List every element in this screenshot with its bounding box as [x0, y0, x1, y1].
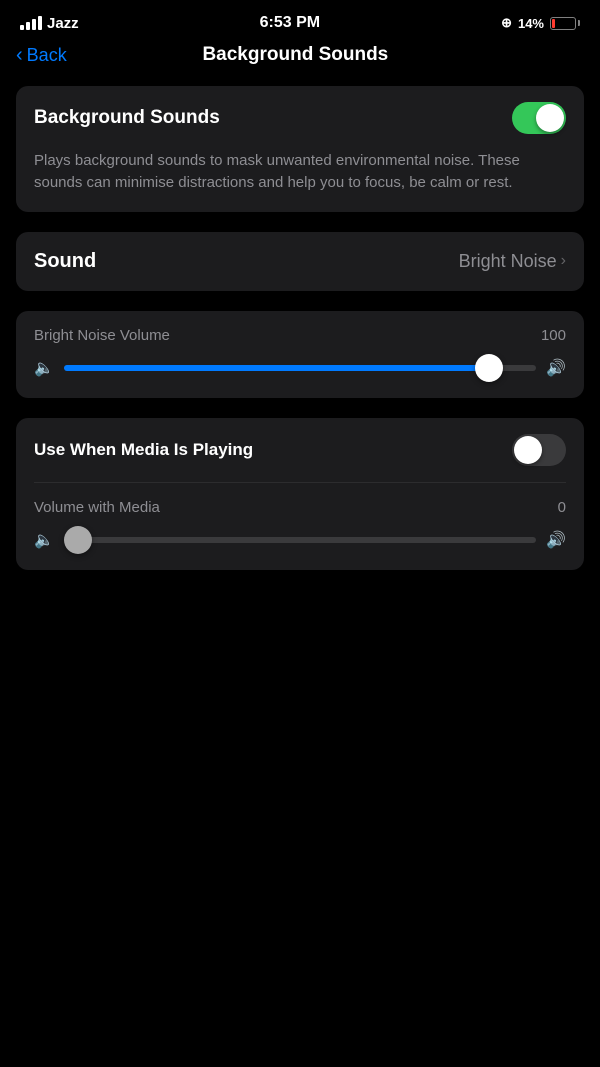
media-speaker-quiet-icon: 🔈: [34, 530, 54, 550]
media-volume-value: 0: [558, 499, 566, 516]
page-title: Background Sounds: [67, 44, 524, 66]
media-volume-header: Volume with Media 0: [34, 499, 566, 516]
back-label: Back: [27, 45, 67, 66]
bright-noise-slider-fill: [64, 365, 489, 371]
battery-icon: [550, 17, 580, 30]
content-area: Background Sounds Plays background sound…: [0, 78, 600, 578]
background-sounds-label: Background Sounds: [34, 107, 220, 129]
status-right: ⊕ 14%: [501, 15, 580, 31]
sound-label: Sound: [34, 250, 96, 273]
signal-bars: [20, 16, 42, 30]
status-left: Jazz: [20, 15, 79, 32]
back-button[interactable]: ‹ Back: [16, 45, 67, 66]
volume-header: Bright Noise Volume 100: [34, 327, 566, 344]
sound-row[interactable]: Sound Bright Noise ›: [16, 232, 584, 291]
toggle-thumb: [536, 104, 564, 132]
speaker-loud-icon: 🔊: [546, 358, 566, 378]
back-chevron-icon: ‹: [16, 45, 23, 65]
media-slider-thumb[interactable]: [64, 526, 92, 554]
chevron-right-icon: ›: [561, 252, 566, 270]
media-speaker-loud-icon: 🔊: [546, 530, 566, 550]
bright-noise-volume-card: Bright Noise Volume 100 🔈 🔊: [16, 311, 584, 398]
media-toggle[interactable]: [512, 434, 566, 466]
battery-percent: 14%: [518, 16, 544, 31]
media-slider-row: 🔈 🔊: [34, 530, 566, 550]
media-playing-card: Use When Media Is Playing Volume with Me…: [16, 418, 584, 570]
background-sounds-toggle-row: Background Sounds: [16, 86, 584, 150]
media-toggle-thumb: [514, 436, 542, 464]
nav-bar: ‹ Back Background Sounds: [0, 40, 600, 78]
sound-selection-card: Sound Bright Noise ›: [16, 232, 584, 291]
status-time: 6:53 PM: [260, 14, 320, 32]
media-volume-title: Volume with Media: [34, 499, 160, 516]
sound-current-value: Bright Noise: [459, 251, 557, 272]
sound-value: Bright Noise ›: [459, 251, 566, 272]
bright-noise-slider-thumb[interactable]: [475, 354, 503, 382]
background-sounds-card: Background Sounds Plays background sound…: [16, 86, 584, 212]
speaker-quiet-icon: 🔈: [34, 358, 54, 378]
background-sounds-description: Plays background sounds to mask unwanted…: [16, 150, 584, 212]
bright-noise-volume-title: Bright Noise Volume: [34, 327, 170, 344]
media-volume-slider[interactable]: [64, 537, 536, 543]
carrier-name: Jazz: [47, 15, 79, 32]
status-bar: Jazz 6:53 PM ⊕ 14%: [0, 0, 600, 40]
media-volume-section: Volume with Media 0 🔈 🔊: [16, 483, 584, 570]
location-icon: ⊕: [501, 15, 512, 31]
media-toggle-row: Use When Media Is Playing: [16, 418, 584, 482]
bright-noise-slider-row: 🔈 🔊: [34, 358, 566, 378]
bright-noise-slider[interactable]: [64, 365, 536, 371]
media-toggle-label: Use When Media Is Playing: [34, 440, 253, 460]
bright-noise-volume-value: 100: [541, 327, 566, 344]
background-sounds-toggle[interactable]: [512, 102, 566, 134]
